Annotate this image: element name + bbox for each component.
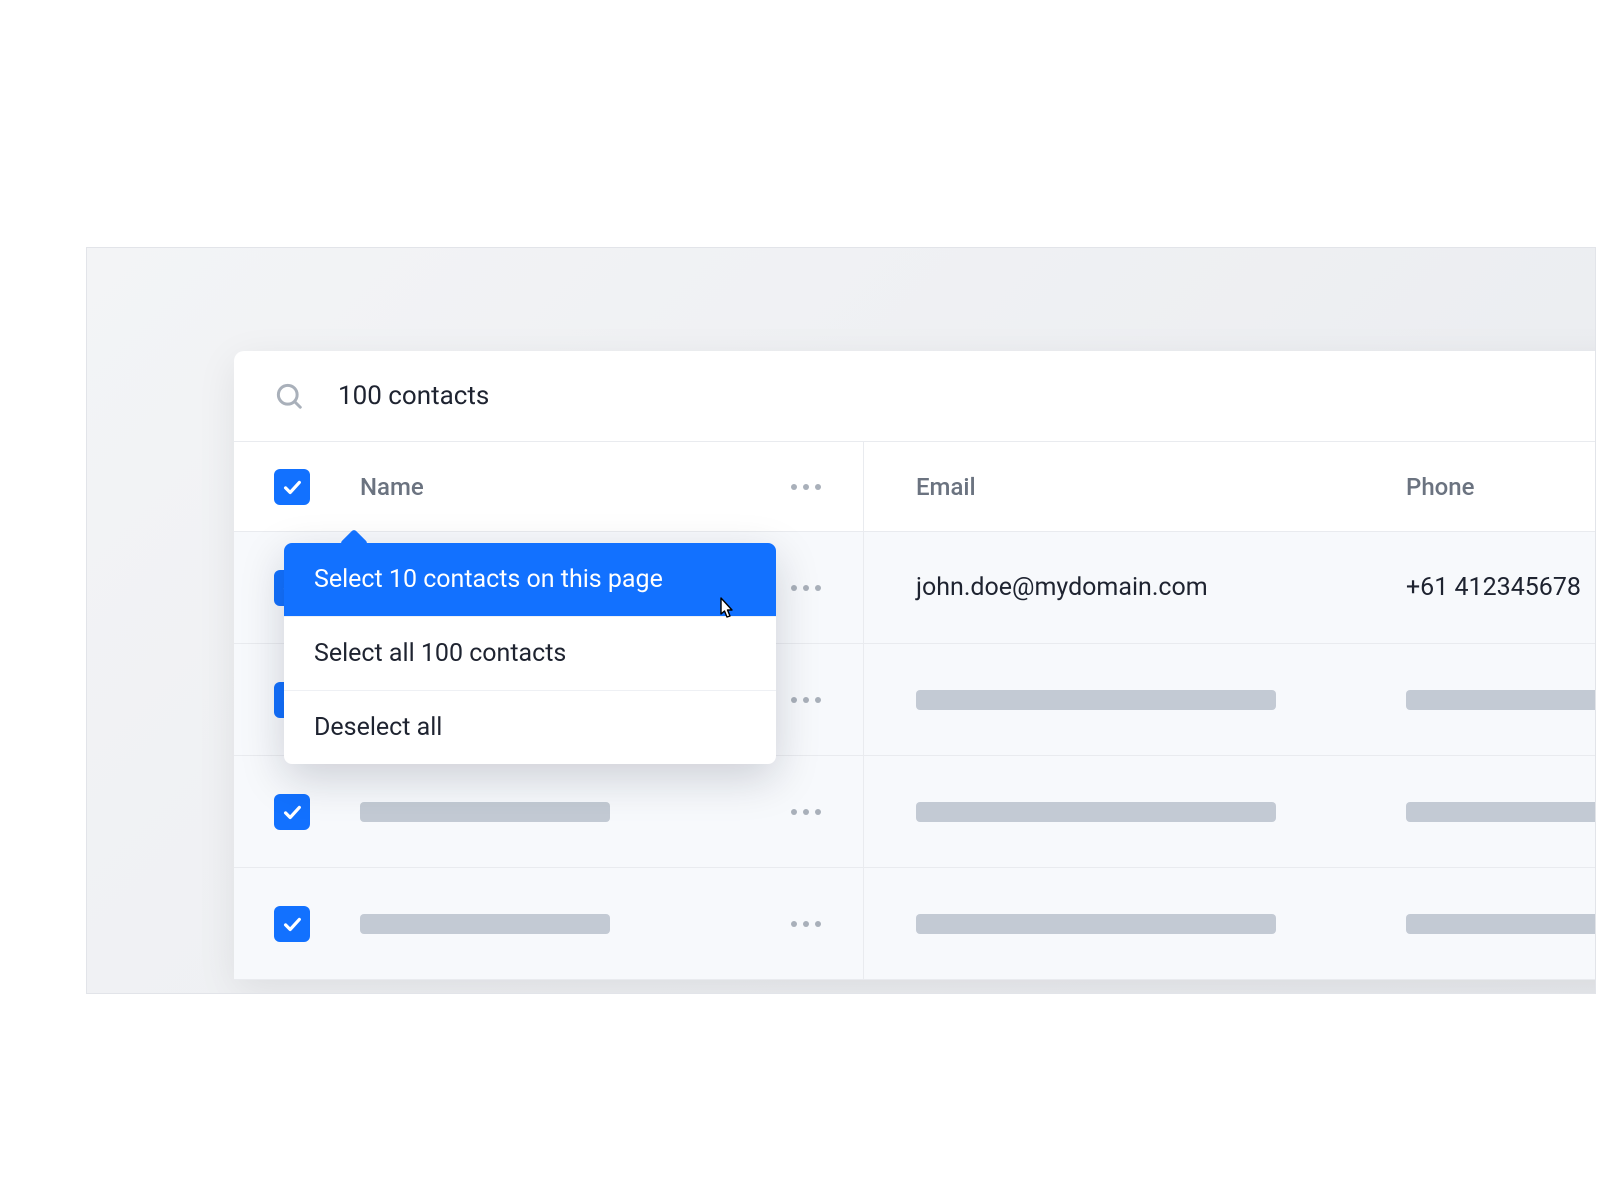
column-phone: Phone — [1354, 442, 1596, 531]
more-icon[interactable] — [791, 697, 821, 703]
row-email: john.doe@mydomain.com — [916, 573, 1208, 602]
search-bar[interactable]: 100 contacts — [234, 351, 1596, 442]
row-checkbox[interactable] — [274, 794, 310, 830]
column-email: Email — [864, 442, 1354, 531]
placeholder — [916, 914, 1276, 934]
column-header-email[interactable]: Email — [916, 473, 976, 501]
dropdown-item-select-all[interactable]: Select all 100 contacts — [284, 617, 776, 691]
placeholder — [916, 690, 1276, 710]
placeholder — [1406, 914, 1596, 934]
viewport-frame: 100 contacts Name Email Phone — [86, 247, 1596, 994]
table-header: Name Email Phone — [234, 442, 1596, 532]
table-row[interactable] — [234, 756, 1596, 868]
contacts-count: 100 contacts — [338, 381, 489, 411]
dropdown-item-deselect-all[interactable]: Deselect all — [284, 691, 776, 764]
placeholder — [1406, 690, 1596, 710]
table-row[interactable] — [234, 868, 1596, 980]
dropdown-item-select-page[interactable]: Select 10 contacts on this page — [284, 543, 776, 617]
select-dropdown: Select 10 contacts on this page Select a… — [284, 543, 776, 764]
search-icon — [274, 381, 304, 411]
placeholder — [916, 802, 1276, 822]
more-icon[interactable] — [791, 484, 821, 490]
select-all-checkbox[interactable] — [274, 469, 310, 505]
more-icon[interactable] — [791, 585, 821, 591]
more-icon[interactable] — [791, 921, 821, 927]
row-checkbox[interactable] — [274, 906, 310, 942]
placeholder — [360, 914, 610, 934]
column-name: Name — [234, 442, 864, 531]
more-icon[interactable] — [791, 809, 821, 815]
column-header-name[interactable]: Name — [360, 473, 424, 501]
placeholder — [1406, 802, 1596, 822]
placeholder — [360, 802, 610, 822]
column-header-phone[interactable]: Phone — [1406, 473, 1474, 501]
row-phone: +61 412345678 — [1406, 573, 1581, 602]
